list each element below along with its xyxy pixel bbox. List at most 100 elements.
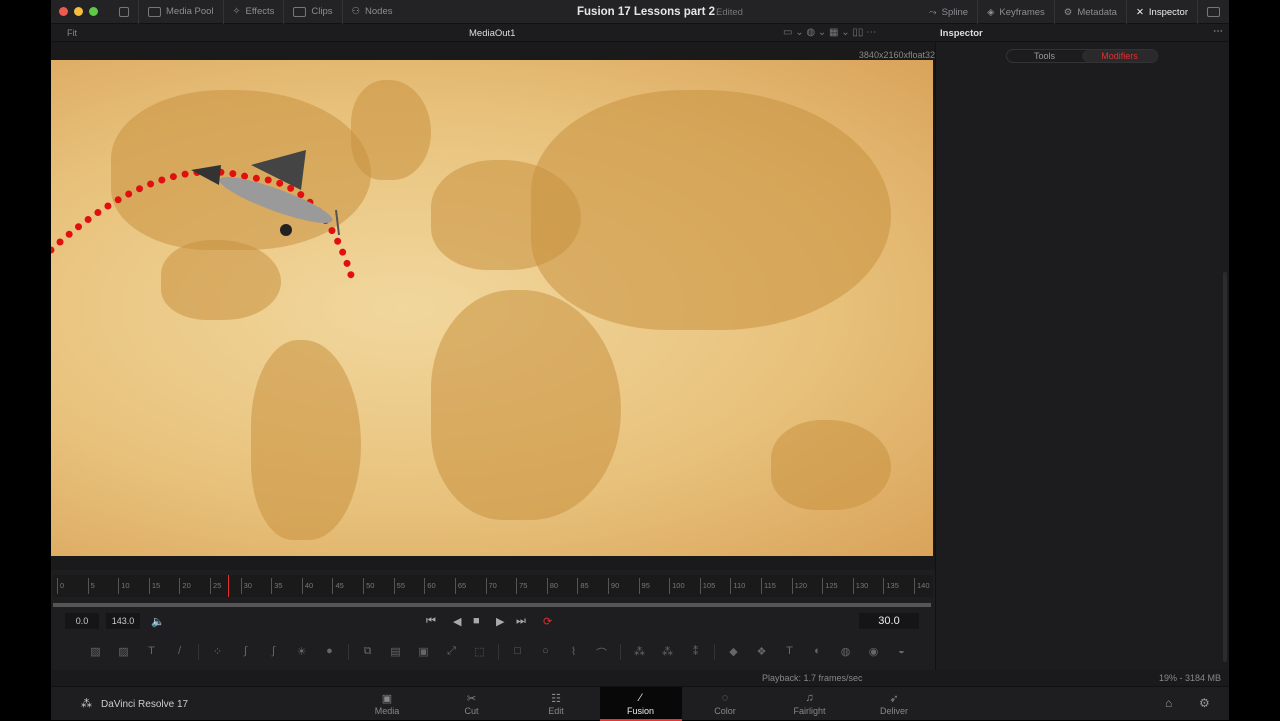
media-pool-button[interactable]: Media Pool bbox=[139, 0, 224, 24]
page-fusion[interactable]: ⁄ Fusion bbox=[599, 687, 682, 721]
text3d-icon[interactable]: T bbox=[780, 645, 799, 659]
fullscreen-button[interactable] bbox=[1198, 0, 1229, 24]
camera3d-icon[interactable]: ◐ bbox=[808, 645, 827, 659]
page-color[interactable]: ◌ Color bbox=[684, 687, 766, 721]
page-cut[interactable]: ✂ Cut bbox=[431, 687, 513, 721]
tab-modifiers[interactable]: Modifiers bbox=[1082, 50, 1157, 62]
metadata-button[interactable]: ⚙ Metadata bbox=[1055, 0, 1127, 24]
brightness-tool-icon[interactable]: ☀ bbox=[292, 645, 311, 659]
prender-icon[interactable]: ⁂ bbox=[658, 645, 677, 659]
page-label: Cut bbox=[464, 706, 479, 716]
ruler-tick: 60 bbox=[424, 578, 436, 594]
ellipse-mask-icon[interactable]: ○ bbox=[536, 645, 555, 659]
ruler-tick: 50 bbox=[363, 578, 374, 594]
inspector-header: Inspector ⋯ bbox=[935, 24, 1229, 42]
more-options-icon[interactable]: ⋯ bbox=[1213, 26, 1223, 37]
keyframes-icon: ◈ bbox=[987, 6, 995, 18]
spline-label: Spline bbox=[941, 6, 969, 18]
project-title: Fusion 17 Lessons part 2 bbox=[577, 6, 716, 18]
rectangle-mask-icon[interactable]: □ bbox=[508, 645, 527, 659]
ruler-tick: 75 bbox=[516, 578, 527, 594]
background-tool-icon[interactable]: ▧ bbox=[86, 645, 105, 659]
inspector-title: Inspector bbox=[940, 28, 983, 39]
page-media[interactable]: ▣ Media bbox=[346, 687, 428, 721]
inspector-scrollbar[interactable] bbox=[1223, 272, 1227, 662]
matte-control-icon[interactable]: ▣ bbox=[414, 645, 433, 659]
viewer-options-icons[interactable]: ▭ ⌄ ◍ ⌄ ▦ ⌄ ▯▯ ⋯ bbox=[783, 27, 876, 38]
merge-tool-icon[interactable]: ⧉ bbox=[358, 645, 377, 659]
loop-button[interactable]: ⟳ bbox=[543, 615, 552, 628]
ruler-tick: 140 bbox=[914, 578, 930, 594]
channel-booleans-icon[interactable]: ▤ bbox=[386, 645, 405, 659]
go-to-start-button[interactable]: ⏮ bbox=[426, 615, 436, 628]
fusion-page-icon: ⁄ bbox=[639, 692, 642, 704]
bspline-mask-icon[interactable]: ⌒ bbox=[592, 645, 611, 660]
light3d-icon[interactable]: ◉ bbox=[864, 645, 883, 659]
page-deliver[interactable]: ➶ Deliver bbox=[853, 687, 935, 721]
fairlight-page-icon: ♫ bbox=[805, 692, 814, 704]
text-tool-icon[interactable]: T bbox=[142, 645, 161, 659]
particle-tool-icon[interactable]: ⁘ bbox=[208, 645, 227, 659]
home-icon[interactable]: ⌂ bbox=[1165, 696, 1172, 710]
panel-toggle-button[interactable] bbox=[110, 0, 139, 24]
render-end-field[interactable]: 143.0 bbox=[106, 613, 140, 629]
go-to-end-button[interactable]: ⏭ bbox=[516, 615, 526, 628]
effects-button[interactable]: ✧ Effects bbox=[224, 0, 285, 24]
particle-style-icon[interactable]: ⁑ bbox=[686, 645, 705, 659]
window-controls bbox=[59, 7, 98, 16]
resize-tool-icon[interactable]: ⤢ bbox=[442, 645, 461, 659]
close-button[interactable] bbox=[59, 7, 68, 16]
nodes-button[interactable]: ⚇ Nodes bbox=[343, 0, 402, 24]
motion-path[interactable] bbox=[51, 60, 933, 556]
keyframes-button[interactable]: ◈ Keyframes bbox=[978, 0, 1055, 24]
blur-tool-icon[interactable]: ● bbox=[320, 645, 339, 659]
curves-tool-icon[interactable]: ∫ bbox=[236, 645, 255, 659]
ruler-tick: 70 bbox=[485, 578, 497, 594]
edit-page-icon: ☷ bbox=[551, 693, 561, 705]
polygon-mask-icon[interactable]: ⌇ bbox=[564, 645, 583, 659]
transport-controls: 0.0 143.0 🔈 ⏮ ◀ ■ ▶ ⏭ ⟳ 30.0 bbox=[51, 611, 935, 633]
ruler-tick: 20 bbox=[179, 578, 191, 594]
fusion-tool-bar: ▧ ▨ T / ⁘ ∫ ∫ ☀ ● ⧉ ▤ ▣ ⤢ ⬚ □ ○ ⌇ ⌒ ⁂ ⁂ ⁑ ◆ ❖ T ◐ ◍ ◉ ◒ bbox=[51, 640, 935, 664]
play-button[interactable]: ▶ bbox=[496, 615, 504, 628]
transform-tool-icon[interactable]: ⬚ bbox=[470, 645, 489, 659]
page-edit[interactable]: ☷ Edit bbox=[515, 687, 597, 721]
pemitter-icon[interactable]: ⁂ bbox=[630, 645, 649, 659]
scrub-bar[interactable] bbox=[53, 603, 931, 607]
volume-icon[interactable]: 🔈 bbox=[151, 615, 165, 628]
ruler-tick: 115 bbox=[760, 578, 776, 594]
monitor-icon bbox=[1207, 7, 1220, 17]
effects-label: Effects bbox=[245, 6, 275, 17]
page-fairlight[interactable]: ♫ Fairlight bbox=[769, 687, 851, 721]
airplane bbox=[191, 150, 340, 236]
shape3d-icon[interactable]: ◆ bbox=[724, 645, 743, 659]
play-reverse-button[interactable]: ◀ bbox=[453, 615, 461, 628]
color-curves-tool-icon[interactable]: ∫ bbox=[264, 645, 283, 659]
playhead[interactable] bbox=[228, 575, 230, 597]
image-tool-icon[interactable]: ▨ bbox=[114, 645, 133, 659]
stop-button[interactable]: ■ bbox=[473, 615, 480, 627]
tab-tools[interactable]: Tools bbox=[1007, 50, 1082, 62]
spline-button[interactable]: ⤳ Spline bbox=[920, 0, 979, 24]
renderer3d-icon[interactable]: ◍ bbox=[836, 645, 855, 659]
ruler-tick: 40 bbox=[301, 578, 313, 594]
settings-gear-icon[interactable]: ⚙ bbox=[1199, 696, 1210, 710]
ruler-tick: 55 bbox=[393, 578, 405, 594]
merge3d-icon[interactable]: ❖ bbox=[752, 645, 771, 659]
render-start-field[interactable]: 0.0 bbox=[65, 613, 99, 629]
viewer[interactable]: 3840x2160xfloat32 bbox=[51, 42, 935, 570]
ruler-tick: 35 bbox=[271, 578, 283, 594]
clips-button[interactable]: Clips bbox=[284, 0, 343, 24]
nodes-label: Nodes bbox=[365, 6, 393, 17]
playback-status: Playback: 1.7 frames/sec bbox=[762, 673, 863, 683]
timeline-ruler[interactable]: 0 5 10 15 20 25 30 35 40 45 50 55 60 65 70 75 80 85 90 95 10… bbox=[53, 575, 933, 597]
maximize-button[interactable] bbox=[89, 7, 98, 16]
ambient-light-icon[interactable]: ◒ bbox=[892, 645, 911, 659]
zoom-dropdown[interactable]: Fit bbox=[67, 28, 77, 38]
paint-tool-icon[interactable]: / bbox=[170, 645, 189, 659]
inspector-button[interactable]: ✕ Inspector bbox=[1127, 0, 1198, 24]
ruler-tick: 95 bbox=[638, 578, 650, 594]
current-frame-field[interactable]: 30.0 bbox=[859, 613, 919, 629]
ruler-tick: 125 bbox=[822, 578, 838, 594]
minimize-button[interactable] bbox=[74, 7, 83, 16]
